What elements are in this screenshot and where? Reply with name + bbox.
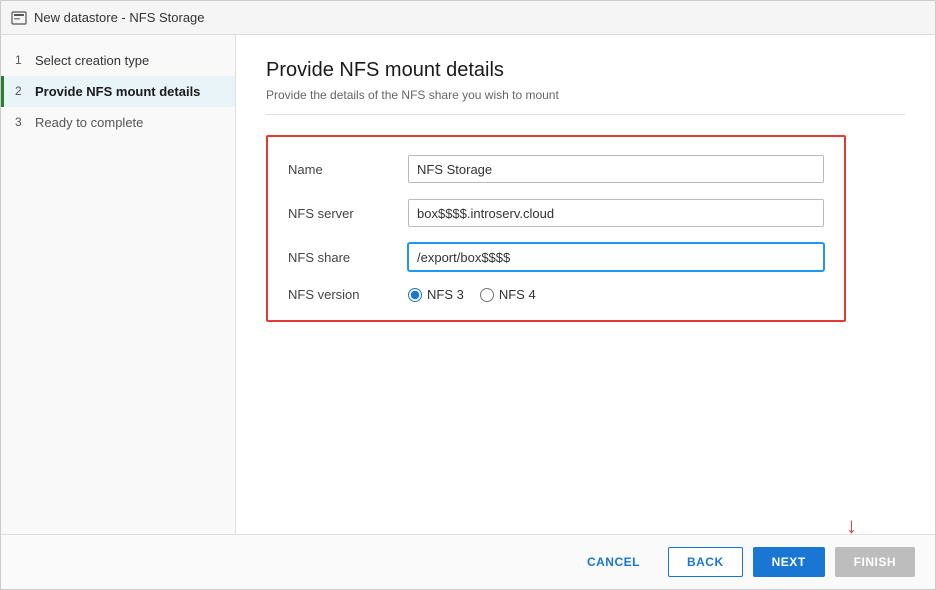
nfs3-radio[interactable] xyxy=(408,288,422,302)
back-button[interactable]: BACK xyxy=(668,547,743,577)
nfs4-label: NFS 4 xyxy=(499,287,536,302)
step3-number: 3 xyxy=(15,115,29,129)
title-bar: New datastore - NFS Storage xyxy=(1,1,935,35)
page-subtitle: Provide the details of the NFS share you… xyxy=(266,88,905,115)
sidebar-item-step1[interactable]: 1 Select creation type xyxy=(1,45,235,76)
nfs-share-row: NFS share xyxy=(288,243,824,271)
nfs-version-row: NFS version NFS 3 NFS 4 xyxy=(288,287,824,302)
nfs-server-label: NFS server xyxy=(288,206,408,221)
step3-label: Ready to complete xyxy=(35,115,143,130)
next-button[interactable]: NEXT xyxy=(753,547,825,577)
nfs-share-input[interactable] xyxy=(408,243,824,271)
nfs-version-radio-group: NFS 3 NFS 4 xyxy=(408,287,536,302)
page-title: Provide NFS mount details xyxy=(266,59,905,82)
name-input[interactable] xyxy=(408,155,824,183)
main-window: New datastore - NFS Storage 1 Select cre… xyxy=(0,0,936,590)
nfs-share-label: NFS share xyxy=(288,250,408,265)
window-title: New datastore - NFS Storage xyxy=(34,10,205,25)
main-content: Provide NFS mount details Provide the de… xyxy=(236,35,935,534)
footer: ↓ CANCEL BACK NEXT FINISH xyxy=(1,534,935,589)
cancel-button[interactable]: CANCEL xyxy=(569,547,658,577)
nfs-server-row: NFS server xyxy=(288,199,824,227)
name-label: Name xyxy=(288,162,408,177)
name-row: Name xyxy=(288,155,824,183)
step2-label: Provide NFS mount details xyxy=(35,84,200,99)
finish-button: FINISH xyxy=(835,547,915,577)
nfs3-label: NFS 3 xyxy=(427,287,464,302)
nfs3-option[interactable]: NFS 3 xyxy=(408,287,464,302)
nfs4-option[interactable]: NFS 4 xyxy=(480,287,536,302)
sidebar: 1 Select creation type 2 Provide NFS mou… xyxy=(1,35,236,534)
step2-number: 2 xyxy=(15,84,29,98)
sidebar-item-step2[interactable]: 2 Provide NFS mount details xyxy=(1,76,235,107)
nfs4-radio[interactable] xyxy=(480,288,494,302)
sidebar-item-step3[interactable]: 3 Ready to complete xyxy=(1,107,235,138)
nfs-form: Name NFS server NFS share NFS version xyxy=(266,135,846,322)
step1-number: 1 xyxy=(15,53,29,67)
nfs-version-label: NFS version xyxy=(288,287,408,302)
datastore-icon xyxy=(11,10,27,26)
content-area: 1 Select creation type 2 Provide NFS mou… xyxy=(1,35,935,534)
nfs-server-input[interactable] xyxy=(408,199,824,227)
step1-label: Select creation type xyxy=(35,53,149,68)
next-arrow-indicator: ↓ xyxy=(846,513,857,539)
